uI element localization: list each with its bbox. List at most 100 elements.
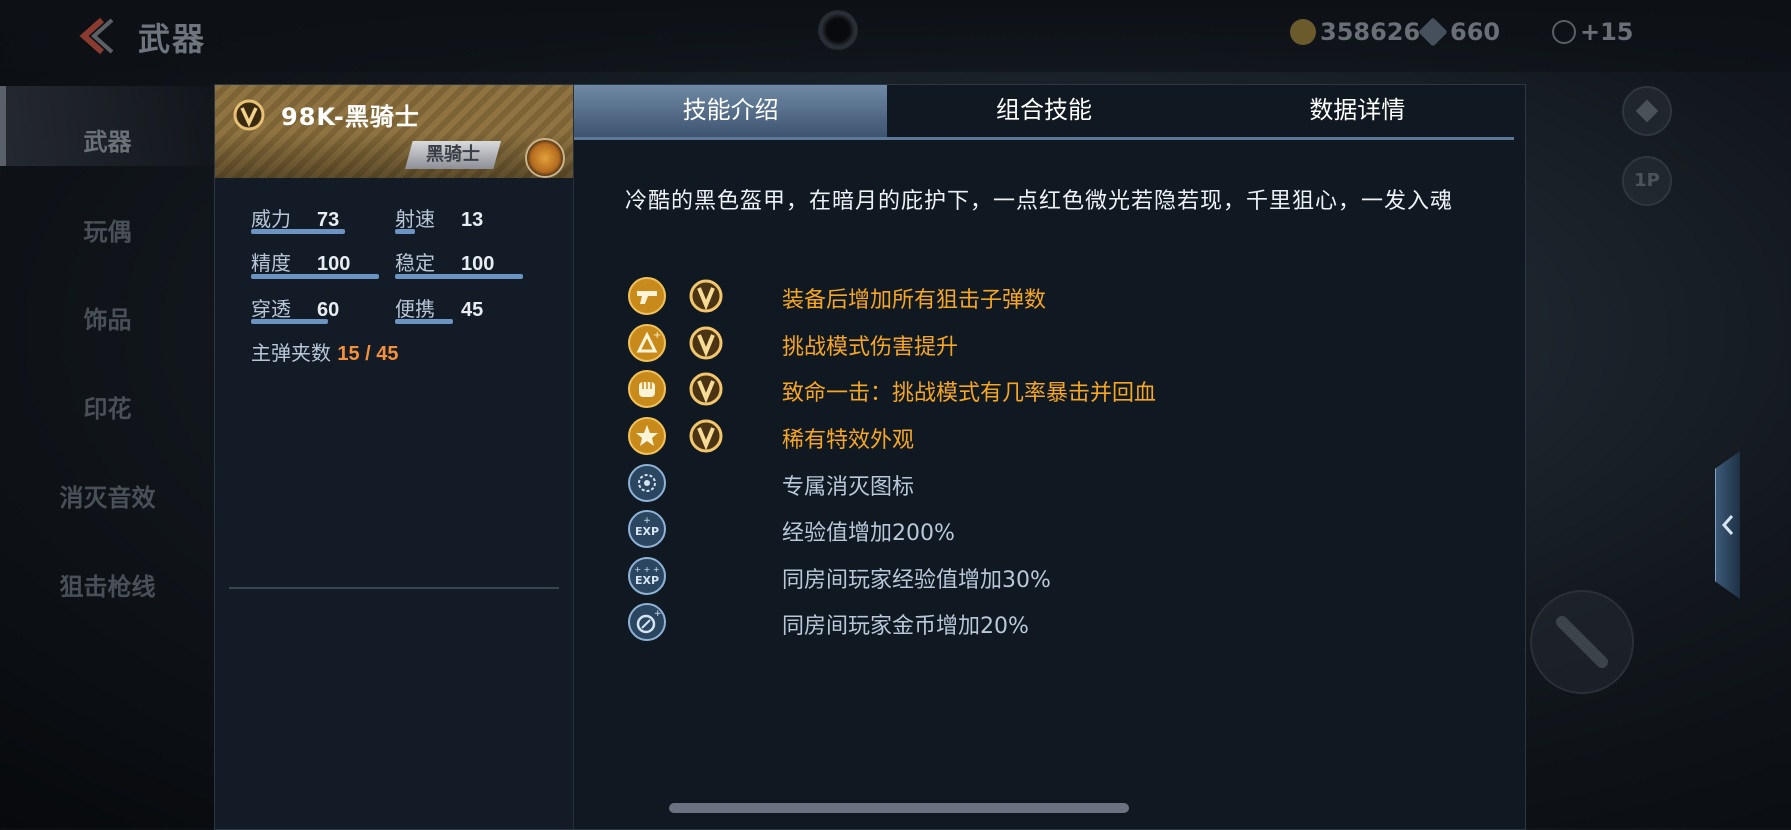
weapon-detail-panel: 98K-黑骑士 黑骑士 威力 73 射速 13 精度 100 稳定 100 穿透 60 便… bbox=[214, 84, 1740, 830]
sidebar-item-weapon[interactable]: 武器 bbox=[0, 86, 215, 166]
sidebar-item-label: 印花 bbox=[83, 395, 132, 423]
pistol-icon bbox=[628, 277, 666, 315]
diamond-amount: 660 bbox=[1450, 18, 1501, 46]
weapon-info-column: 98K-黑骑士 黑骑士 威力 73 射速 13 精度 100 稳定 100 穿透 60 便… bbox=[215, 85, 574, 829]
tab-data-details[interactable]: 数据详情 bbox=[1201, 85, 1514, 137]
stat-power: 威力 73 bbox=[251, 203, 339, 232]
skill-text: 经验值增加200% bbox=[782, 521, 955, 546]
svg-text:EXP: EXP bbox=[635, 525, 659, 538]
energy-icon bbox=[1552, 20, 1576, 44]
vip-v-icon bbox=[689, 419, 723, 453]
gold-coin-icon bbox=[1290, 19, 1316, 45]
top-bar: 武器 358626 660 +15 bbox=[0, 0, 1791, 72]
stat-label: 射速 bbox=[395, 207, 435, 231]
vip-v-icon bbox=[689, 326, 723, 360]
stat-bar-power bbox=[251, 229, 345, 234]
diamond-counter[interactable]: 660 bbox=[1418, 17, 1501, 47]
horizontal-scrollbar[interactable] bbox=[669, 803, 1129, 813]
back-icon[interactable] bbox=[72, 14, 116, 58]
exp-icon: EXP + bbox=[628, 510, 666, 548]
stat-fire-rate: 射速 13 bbox=[395, 203, 483, 232]
skill-text: 装备后增加所有狙击子弹数 bbox=[782, 288, 1047, 313]
weapon-description: 冷酷的黑色盔甲，在暗月的庇护下，一点红色微光若隐若现，千里狙心，一发入魂 bbox=[625, 189, 1454, 214]
weapon-emblem-icon bbox=[525, 138, 565, 178]
camera-notch bbox=[818, 10, 858, 50]
star-icon bbox=[628, 417, 666, 455]
svg-text:+: + bbox=[654, 609, 662, 619]
gold-counter[interactable]: 358626 bbox=[1290, 18, 1420, 46]
sidebar-item-label: 玩偶 bbox=[83, 218, 132, 246]
stat-value: 60 bbox=[317, 299, 340, 321]
chevron-left-icon bbox=[1721, 515, 1734, 535]
stat-bar-stability bbox=[395, 274, 523, 279]
kill-icon-icon bbox=[628, 464, 666, 502]
sidebar-item-decal[interactable]: 印花 bbox=[0, 353, 215, 433]
stat-value: 73 bbox=[317, 209, 340, 231]
stat-value: 100 bbox=[461, 253, 495, 275]
vip-badge-icon bbox=[233, 99, 265, 131]
stat-label: 精度 bbox=[251, 251, 291, 275]
svg-text:EXP: EXP bbox=[635, 574, 659, 587]
bullet-icon bbox=[1556, 616, 1608, 668]
skin-tag: 黑骑士 bbox=[405, 141, 501, 169]
sidebar-item-kill-sound[interactable]: 消灭音效 bbox=[0, 442, 215, 522]
stat-bar-portability bbox=[395, 319, 453, 324]
weapon-header: 98K-黑骑士 黑骑士 bbox=[215, 85, 573, 178]
stat-value: 45 bbox=[461, 299, 484, 321]
svg-text:+ + +: + + + bbox=[634, 565, 659, 574]
stat-bar-accuracy bbox=[251, 274, 379, 279]
tab-combo-skill[interactable]: 组合技能 bbox=[887, 85, 1200, 137]
stat-bar-penetration bbox=[251, 319, 328, 324]
sidebar-item-label: 武器 bbox=[83, 128, 132, 156]
gold-amount: 358626 bbox=[1320, 18, 1421, 46]
page-title: 武器 bbox=[138, 20, 207, 58]
sidebar-item-label: 消灭音效 bbox=[59, 484, 156, 512]
ammo-value: 15 / 45 bbox=[337, 343, 399, 365]
stat-value: 13 bbox=[461, 209, 484, 231]
stat-stability: 稳定 100 bbox=[395, 247, 494, 276]
energy-counter[interactable]: +15 bbox=[1552, 18, 1634, 46]
sidebar-item-accessory[interactable]: 饰品 bbox=[0, 264, 215, 344]
coin-icon: + bbox=[628, 603, 666, 641]
room-exp-icon: EXP + + + bbox=[628, 557, 666, 595]
svg-text:+: + bbox=[643, 516, 651, 526]
stat-label: 稳定 bbox=[395, 251, 435, 275]
gear-icon bbox=[1635, 99, 1659, 123]
skill-text: 同房间玩家经验值增加30% bbox=[782, 568, 1051, 593]
detail-tabs: 技能介绍 组合技能 数据详情 bbox=[574, 85, 1514, 140]
stat-label: 便携 bbox=[395, 297, 435, 321]
skill-text: 稀有特效外观 bbox=[782, 428, 915, 453]
stat-label: 穿透 bbox=[251, 297, 291, 321]
stat-portability: 便携 45 bbox=[395, 293, 483, 322]
challenge-icon: + bbox=[628, 324, 666, 362]
stat-accuracy: 精度 100 bbox=[251, 247, 350, 276]
view-toggle-label: 1P bbox=[1634, 170, 1660, 191]
sidebar-item-doll[interactable]: 玩偶 bbox=[0, 176, 215, 256]
stat-bar-fire-rate bbox=[395, 229, 415, 234]
vip-v-icon bbox=[689, 372, 723, 406]
diamond-icon bbox=[1418, 17, 1448, 47]
collapse-panel-button[interactable] bbox=[1715, 451, 1740, 599]
sidebar-item-sniper-line[interactable]: 狙击枪线 bbox=[0, 531, 215, 611]
vip-v-icon bbox=[689, 279, 723, 313]
skill-text: 致命一击：挑战模式有几率暴击并回血 bbox=[782, 381, 1157, 406]
stat-value: 100 bbox=[317, 253, 351, 275]
skill-text: 挑战模式伤害提升 bbox=[782, 335, 959, 360]
skill-text: 专属消灭图标 bbox=[782, 475, 915, 500]
weapon-name: 98K-黑骑士 bbox=[281, 103, 420, 131]
fist-icon bbox=[628, 370, 666, 408]
weapon-switch-button[interactable] bbox=[1530, 590, 1634, 694]
sidebar-item-label: 狙击枪线 bbox=[59, 573, 156, 601]
stat-label: 威力 bbox=[251, 207, 291, 231]
divider bbox=[229, 587, 559, 589]
svg-text:+: + bbox=[653, 330, 661, 341]
category-sidebar: 武器 玩偶 饰品 印花 消灭音效 狙击枪线 bbox=[0, 86, 215, 646]
tab-skill-intro[interactable]: 技能介绍 bbox=[574, 85, 888, 137]
ammo-label: 主弹夹数 bbox=[251, 341, 331, 365]
energy-amount: +15 bbox=[1580, 18, 1634, 46]
ammo-info: 主弹夹数 15 / 45 bbox=[251, 337, 399, 366]
settings-button[interactable] bbox=[1622, 86, 1672, 136]
view-toggle-button[interactable]: 1P bbox=[1622, 156, 1672, 206]
stat-penetration: 穿透 60 bbox=[251, 293, 339, 322]
sidebar-item-label: 饰品 bbox=[83, 306, 132, 334]
